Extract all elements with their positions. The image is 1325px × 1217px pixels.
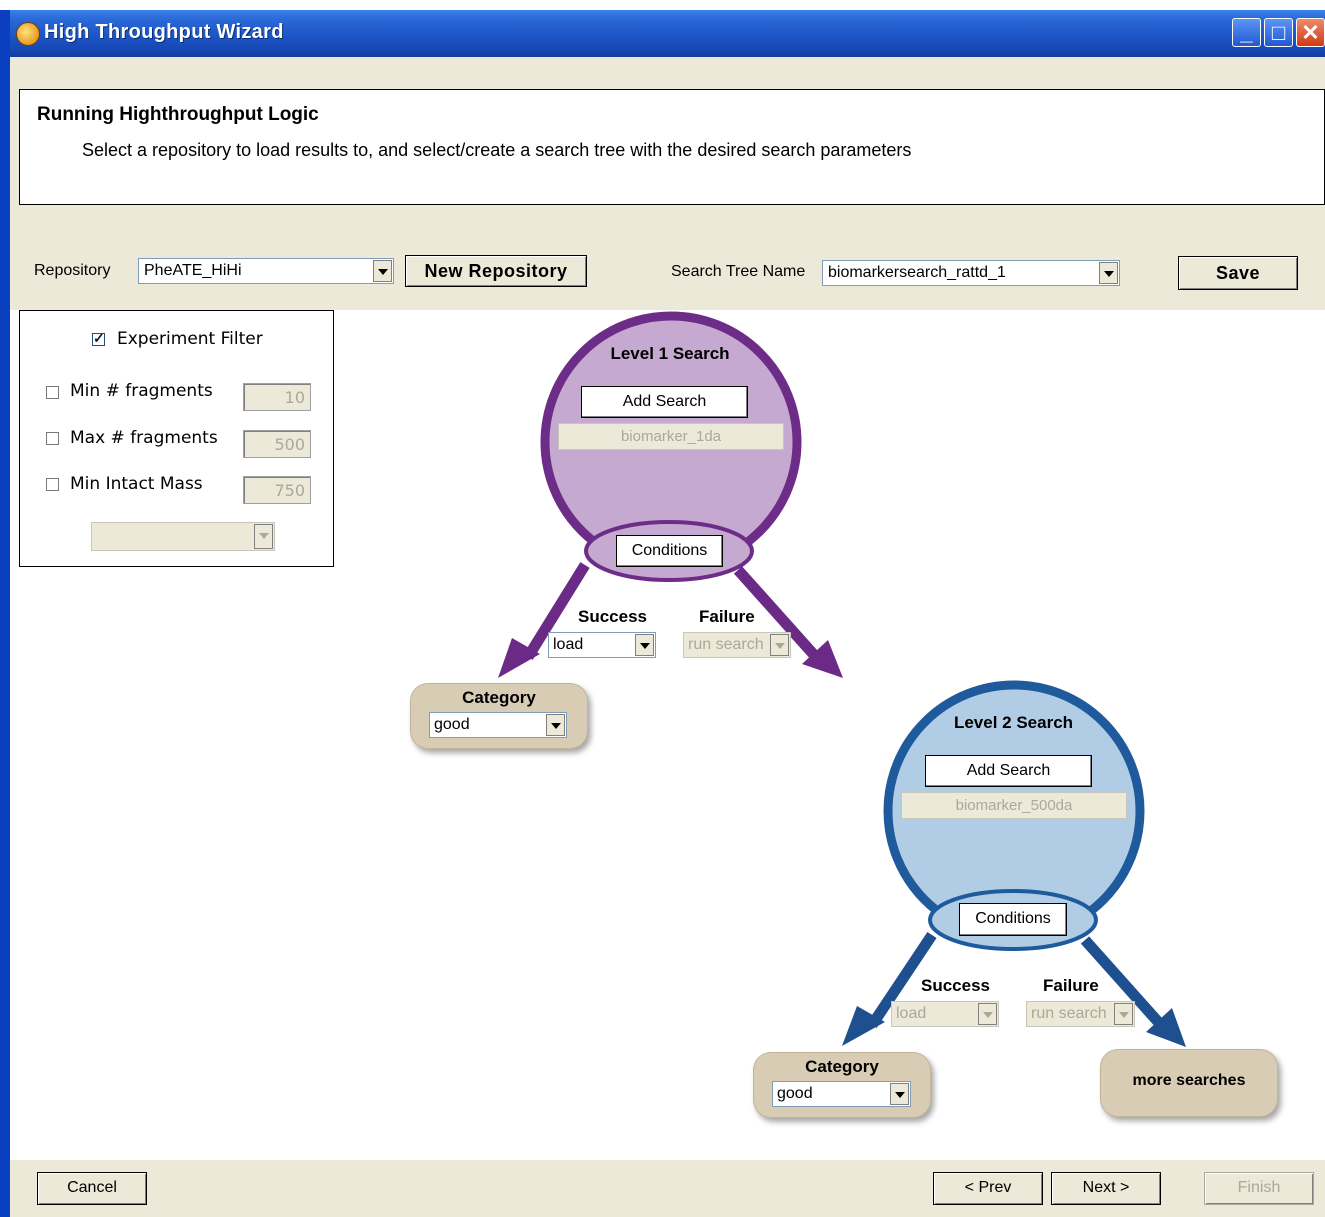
chevron-down-icon[interactable]: [1114, 1003, 1133, 1025]
level1-failure-value: run search: [688, 636, 764, 653]
level2-category-title: Category: [805, 1057, 879, 1076]
filter-extra-select[interactable]: [91, 522, 275, 551]
level1-title: Level 1 Search: [610, 344, 730, 363]
max-fragments-field[interactable]: 500: [243, 430, 311, 458]
level1-success-value: load: [553, 636, 584, 653]
next-label: Next >: [1082, 1179, 1130, 1196]
min-intact-mass-field[interactable]: 750: [243, 476, 311, 504]
search-tree-diagram: [498, 311, 1186, 1047]
level2-failure-select[interactable]: run search: [1026, 1001, 1135, 1027]
level2-success-select[interactable]: load: [891, 1001, 999, 1027]
more-searches-button[interactable]: more searches: [1100, 1049, 1278, 1117]
level2-search-name-field[interactable]: biomarker_500da: [901, 792, 1127, 819]
chevron-down-icon[interactable]: [978, 1003, 997, 1025]
finish-button[interactable]: Finish: [1204, 1172, 1314, 1205]
level1-success-label: Success: [578, 607, 647, 626]
chevron-down-icon[interactable]: [254, 524, 273, 549]
min-intact-mass-value: 750: [274, 481, 305, 500]
chevron-down-icon[interactable]: [890, 1083, 909, 1105]
level2-conditions-label: Conditions: [975, 910, 1051, 927]
level1-add-search-button[interactable]: Add Search: [581, 386, 748, 418]
max-fragments-checkbox[interactable]: [46, 432, 59, 445]
level2-conditions-button[interactable]: Conditions: [959, 903, 1067, 936]
next-button[interactable]: Next >: [1051, 1172, 1161, 1205]
max-fragments-label: Max # fragments: [70, 428, 218, 448]
level2-category-value: good: [777, 1085, 813, 1102]
prev-label: < Prev: [964, 1179, 1012, 1196]
level1-failure-select[interactable]: run search: [683, 632, 791, 658]
min-fragments-checkbox[interactable]: [46, 386, 59, 399]
max-fragments-value: 500: [274, 435, 305, 454]
cancel-button[interactable]: Cancel: [37, 1172, 147, 1205]
level1-conditions-label: Conditions: [631, 542, 708, 559]
level2-success-value: load: [896, 1005, 927, 1022]
level1-failure-label: Failure: [699, 607, 755, 626]
level2-add-search-button[interactable]: Add Search: [925, 755, 1092, 787]
level1-add-search-label: Add Search: [622, 393, 707, 410]
min-fragments-field[interactable]: 10: [243, 383, 311, 411]
min-intact-mass-label: Min Intact Mass: [70, 474, 203, 494]
more-searches-label: more searches: [1132, 1072, 1246, 1089]
level2-failure-value: run search: [1031, 1005, 1107, 1022]
finish-label: Finish: [1237, 1179, 1281, 1196]
chevron-down-icon[interactable]: [635, 634, 654, 656]
level2-success-label: Success: [921, 976, 990, 995]
cancel-label: Cancel: [67, 1179, 117, 1196]
level1-conditions-button[interactable]: Conditions: [616, 535, 723, 567]
level1-search-name-field[interactable]: biomarker_1da: [558, 423, 784, 450]
level1-success-select[interactable]: load: [548, 632, 656, 658]
level2-title: Level 2 Search: [953, 713, 1074, 732]
level2-add-search-label: Add Search: [966, 762, 1051, 779]
min-fragments-value: 10: [284, 388, 305, 407]
level2-category-select[interactable]: good: [772, 1081, 911, 1107]
level2-failure-label: Failure: [1043, 976, 1099, 995]
prev-button[interactable]: < Prev: [933, 1172, 1043, 1205]
chevron-down-icon[interactable]: [770, 634, 789, 656]
min-intact-mass-checkbox[interactable]: [46, 478, 59, 491]
level1-category-title: Category: [462, 688, 536, 707]
min-fragments-label: Min # fragments: [70, 381, 213, 401]
